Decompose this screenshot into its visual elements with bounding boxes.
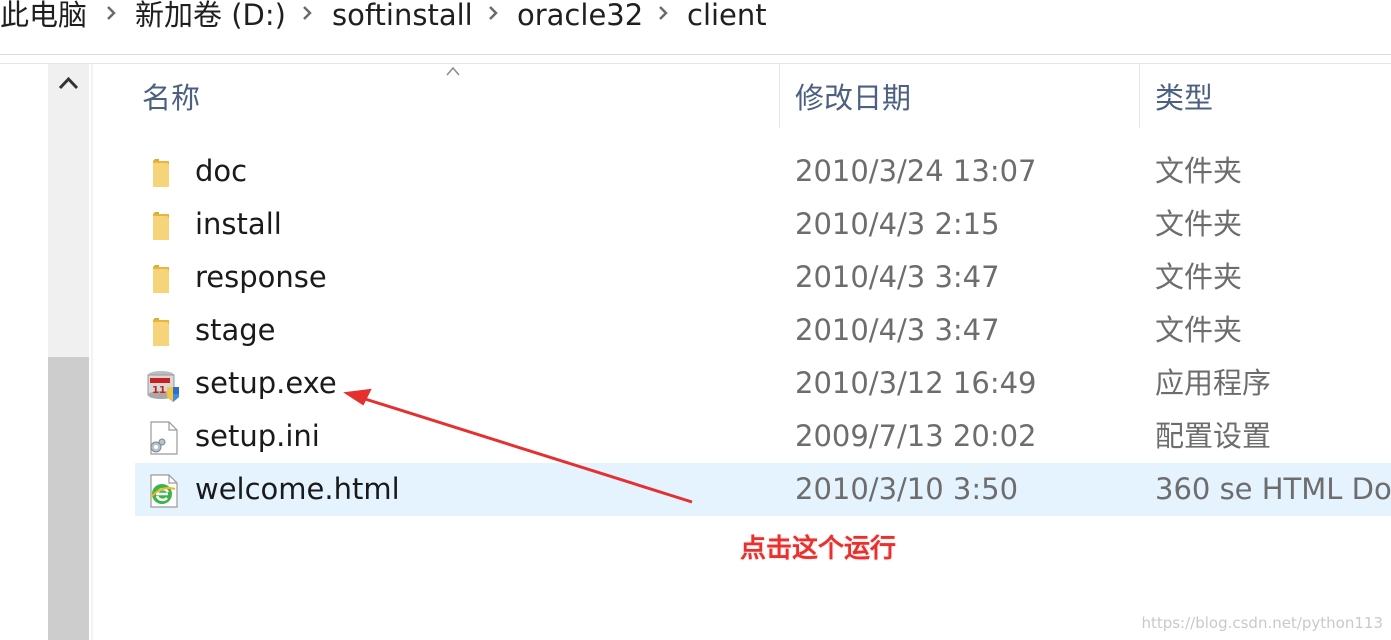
file-modified: 2010/4/3 3:47 xyxy=(795,313,1000,347)
file-name: welcome.html xyxy=(195,472,400,506)
file-modified: 2010/3/12 16:49 xyxy=(795,366,1037,400)
file-row-doc[interactable]: doc 2010/3/24 13:07 文件夹 xyxy=(135,145,1391,198)
file-row-setup-exe[interactable]: 11 setup.exe 2010/3/12 16:49 应用程序 xyxy=(135,357,1391,410)
file-row-welcome-html[interactable]: welcome.html 2010/3/10 3:50 360 se HTML … xyxy=(135,463,1391,516)
file-type: 配置设置 xyxy=(1155,419,1272,453)
folder-icon xyxy=(153,159,169,187)
folder-icon xyxy=(153,318,169,346)
watermark: https://blog.csdn.net/python113 xyxy=(1141,614,1383,632)
navigation-pane[interactable] xyxy=(0,64,47,640)
file-name: setup.exe xyxy=(195,366,337,400)
browser-html-icon xyxy=(150,474,178,508)
breadcrumb-softinstall[interactable]: softinstall xyxy=(332,0,473,32)
column-divider[interactable] xyxy=(779,64,780,128)
scroll-up-chevron-icon[interactable] xyxy=(48,64,89,104)
oracle-setup-icon: 11 xyxy=(147,371,179,402)
file-type: 360 se HTML Do xyxy=(1155,472,1391,506)
file-name: doc xyxy=(195,154,248,188)
file-modified: 2010/3/10 3:50 xyxy=(795,472,1019,506)
column-header-type[interactable]: 类型 xyxy=(1155,76,1213,120)
file-modified: 2010/3/24 13:07 xyxy=(795,154,1037,188)
file-row-install[interactable]: install 2010/4/3 2:15 文件夹 xyxy=(135,198,1391,251)
address-bar-divider xyxy=(0,54,1391,55)
chevron-right-icon[interactable] xyxy=(106,4,116,22)
breadcrumb-this-pc[interactable]: 此电脑 xyxy=(0,0,87,32)
scrollbar-thumb[interactable] xyxy=(48,357,89,640)
file-row-stage[interactable]: stage 2010/4/3 3:47 文件夹 xyxy=(135,304,1391,357)
breadcrumb-client[interactable]: client xyxy=(687,0,767,32)
config-file-icon xyxy=(150,421,178,455)
annotation-text: 点击这个运行 xyxy=(740,534,897,564)
file-modified: 2010/4/3 3:47 xyxy=(795,260,1000,294)
file-name: setup.ini xyxy=(195,419,320,453)
toolbar-divider xyxy=(0,63,1391,64)
file-row-setup-ini[interactable]: setup.ini 2009/7/13 20:02 配置设置 xyxy=(135,410,1391,463)
sort-ascending-icon xyxy=(446,66,460,76)
file-type: 文件夹 xyxy=(1155,154,1243,188)
folder-icon xyxy=(153,265,169,293)
file-name: stage xyxy=(195,313,276,347)
column-divider[interactable] xyxy=(1139,64,1140,128)
chevron-right-icon[interactable] xyxy=(302,4,312,22)
file-type: 应用程序 xyxy=(1155,366,1272,400)
file-name: install xyxy=(195,207,282,241)
breadcrumb-drive-d[interactable]: 新加卷 (D:) xyxy=(135,0,286,32)
pane-divider[interactable] xyxy=(91,64,93,640)
breadcrumb-oracle32[interactable]: oracle32 xyxy=(517,0,643,32)
chevron-right-icon[interactable] xyxy=(488,4,498,22)
file-type: 文件夹 xyxy=(1155,313,1243,347)
file-type: 文件夹 xyxy=(1155,207,1243,241)
file-modified: 2009/7/13 20:02 xyxy=(795,419,1037,453)
folder-icon xyxy=(153,212,169,240)
file-type: 文件夹 xyxy=(1155,260,1243,294)
file-modified: 2010/4/3 2:15 xyxy=(795,207,1000,241)
column-header-name[interactable]: 名称 xyxy=(142,76,200,120)
chevron-right-icon[interactable] xyxy=(658,4,668,22)
svg-text:11: 11 xyxy=(152,385,166,396)
column-header-modified[interactable]: 修改日期 xyxy=(795,76,911,120)
file-name: response xyxy=(195,260,327,294)
file-row-response[interactable]: response 2010/4/3 3:47 文件夹 xyxy=(135,251,1391,304)
